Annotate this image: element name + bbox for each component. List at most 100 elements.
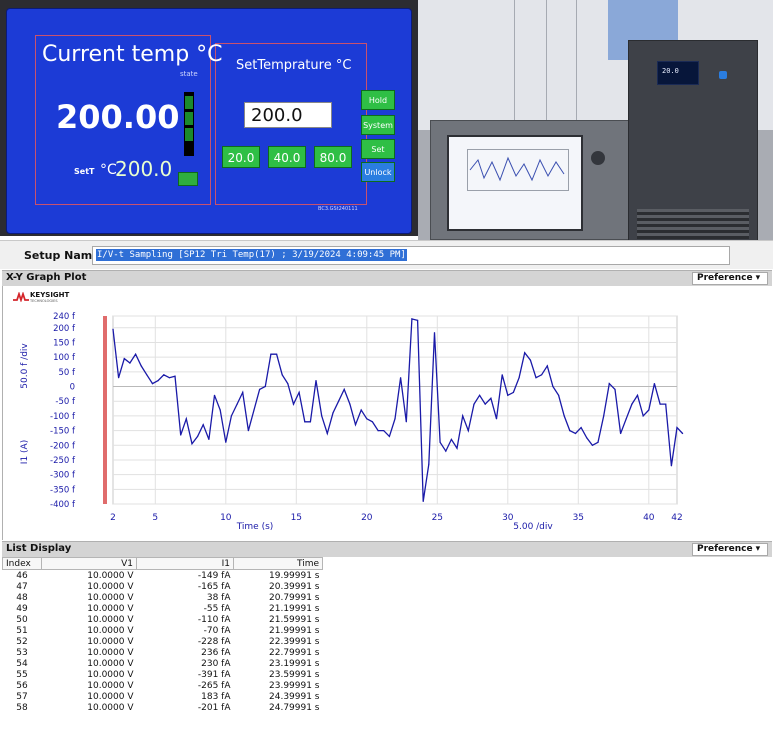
preset-button-1[interactable]: 20.0	[222, 146, 260, 168]
y-tick-label: -50 f	[55, 397, 76, 407]
cell-index: 58	[16, 702, 28, 713]
data-point	[185, 418, 187, 420]
set-button[interactable]: Set	[361, 139, 395, 159]
data-point	[349, 403, 351, 405]
x-tick-labels: 2 5 10 15 20 25 30 35 40 42	[110, 513, 683, 523]
data-point	[354, 424, 357, 426]
data-point	[411, 318, 413, 320]
y-tick-label: 100 f	[53, 353, 76, 363]
cell-index: 56	[16, 680, 28, 691]
system-button[interactable]: System	[361, 115, 395, 135]
table-row[interactable]: 47 10.0000 V -165 fA 20.39991 s	[3, 581, 323, 592]
table-row[interactable]: 48 10.0000 V 38 fA 20.79991 s	[3, 592, 323, 603]
table-row[interactable]: 56 10.0000 V -265 fA 23.99991 s	[3, 680, 323, 691]
data-point	[636, 394, 639, 396]
data-point	[625, 418, 627, 420]
cell-time: 22.79991 s	[269, 647, 320, 658]
x-div-label: 5.00 /div	[513, 522, 553, 532]
cell-i1: -265 fA	[197, 680, 231, 691]
setup-name-field[interactable]: I/V-t Sampling [SP12 Tri Temp(17) ; 3/19…	[92, 246, 730, 265]
data-point	[180, 434, 182, 436]
chamber-display-text: 20.0	[662, 67, 679, 75]
cell-v1: 10.0000 V	[87, 647, 134, 658]
data-point	[541, 374, 543, 376]
semiconductor-analyzer	[430, 120, 637, 240]
table-row[interactable]: 51 10.0000 V -70 fA 21.99991 s	[3, 625, 323, 636]
photo-temperature-controller: Current temp °C state 200.00 SetT °C 200…	[0, 0, 418, 236]
data-point	[191, 443, 193, 445]
cabinet-edge	[514, 0, 515, 120]
data-point	[394, 418, 396, 420]
data-point	[512, 391, 514, 393]
preset-button-2[interactable]: 40.0	[268, 146, 306, 168]
table-row[interactable]: 54 10.0000 V 230 fA 23.19991 s	[3, 658, 323, 669]
cell-v1: 10.0000 V	[87, 669, 134, 680]
analyzer-mini-trace	[469, 156, 565, 182]
data-point	[433, 332, 436, 334]
table-row[interactable]: 58 10.0000 V -201 fA 24.79991 s	[3, 702, 323, 713]
x-tick-label: 10	[220, 513, 232, 523]
cell-i1: 38 fA	[206, 592, 231, 603]
data-point	[603, 415, 605, 417]
cell-index: 47	[16, 581, 28, 592]
table-row[interactable]: 46 10.0000 V -149 fA 19.99991 s	[3, 570, 323, 582]
data-point	[247, 430, 249, 432]
preset-button-3[interactable]: 80.0	[314, 146, 352, 168]
hold-button[interactable]: Hold	[361, 90, 395, 110]
list-preference-button[interactable]: Preference ▾	[692, 543, 768, 556]
data-point	[495, 418, 498, 420]
state-bar-segment	[185, 96, 193, 109]
cell-i1: -165 fA	[197, 581, 231, 592]
table-row[interactable]: 53 10.0000 V 236 fA 22.79991 s	[3, 647, 323, 658]
data-point	[383, 430, 385, 432]
table-row[interactable]: 50 10.0000 V -110 fA 21.59991 s	[3, 614, 323, 625]
data-point	[287, 383, 289, 385]
x-tick-label: 5	[152, 513, 158, 523]
y-tick-label: -250 f	[50, 456, 76, 466]
table-row[interactable]: 52 10.0000 V -228 fA 22.39991 s	[3, 636, 323, 647]
y-tick-label: 200 f	[53, 324, 76, 334]
table-row[interactable]: 55 10.0000 V -391 fA 23.59991 s	[3, 669, 323, 680]
cell-v1: 10.0000 V	[87, 658, 134, 669]
data-point	[202, 424, 204, 426]
data-point	[242, 391, 244, 393]
data-table: Index V1 I1 Time 46 10.0000 V -149 fA 19.99…	[2, 557, 323, 713]
data-point	[507, 394, 509, 396]
data-point	[445, 450, 447, 452]
plot-cursor[interactable]	[103, 316, 107, 504]
column-header-i1[interactable]: I1	[136, 557, 234, 570]
data-point	[298, 391, 300, 393]
data-point	[388, 435, 390, 437]
set-temp-value: 200.0	[115, 157, 173, 181]
data-point	[591, 444, 594, 446]
y-tick-label: -300 f	[50, 471, 76, 481]
data-point	[563, 415, 565, 417]
data-point	[338, 400, 340, 402]
column-header-index[interactable]: Index	[2, 557, 42, 570]
cell-index: 49	[16, 603, 28, 614]
setup-name-bar: Setup Name : I/V-t Sampling [SP12 Tri Te…	[0, 240, 773, 269]
data-point	[360, 409, 362, 411]
unlock-button[interactable]: Unlock	[361, 162, 395, 182]
chamber-display: 20.0	[657, 61, 699, 85]
table-row[interactable]: 57 10.0000 V 183 fA 24.39991 s	[3, 691, 323, 702]
data-point	[484, 403, 486, 405]
x-tick-label: 15	[291, 513, 302, 523]
set-temperature-input[interactable]: 200.0	[244, 102, 332, 128]
setup-name-value: I/V-t Sampling [SP12 Tri Temp(17) ; 3/19…	[96, 249, 407, 261]
data-point	[574, 432, 577, 435]
data-point	[569, 430, 571, 432]
data-point	[236, 403, 238, 405]
column-header-v1[interactable]: V1	[41, 557, 137, 570]
column-header-time[interactable]: Time	[233, 557, 323, 570]
y-tick-label: 150 f	[53, 338, 76, 348]
table-row[interactable]: 49 10.0000 V -55 fA 21.19991 s	[3, 603, 323, 614]
cell-v1: 10.0000 V	[87, 636, 134, 647]
y-tick-labels: 240 f 200 f 150 f 100 f 50 f 0 -50 f -100 f -150…	[50, 312, 76, 510]
data-point	[450, 438, 452, 440]
graph-preference-button[interactable]: Preference ▾	[692, 272, 768, 285]
data-point	[400, 377, 402, 379]
data-point	[304, 421, 306, 423]
data-point	[208, 438, 210, 440]
cell-v1: 10.0000 V	[87, 581, 134, 592]
